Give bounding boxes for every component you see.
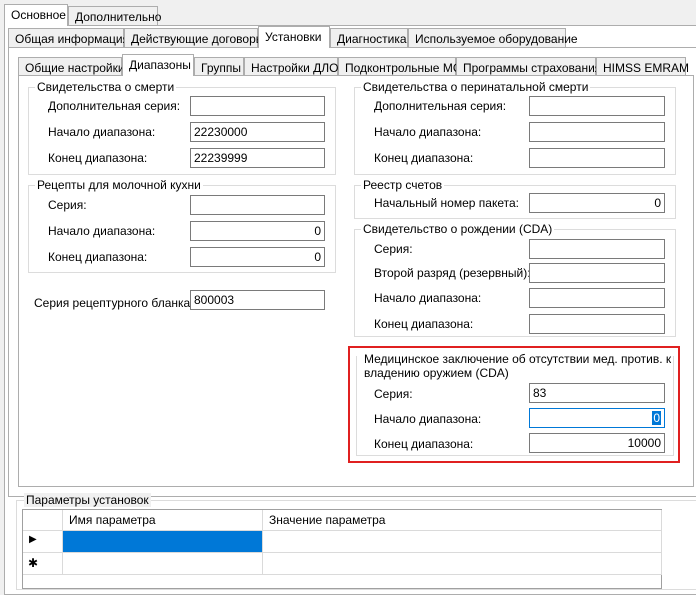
birth-range-start-label: Начало диапазона: <box>374 291 482 305</box>
death-range-end-label: Конец диапазона: <box>48 151 148 165</box>
invoice-start-number-label: Начальный номер пакета: <box>374 196 519 210</box>
tab-equipment[interactable]: Используемое оборудование <box>408 28 578 48</box>
weapon-range-start-input[interactable]: 0 <box>529 408 665 428</box>
tab-label: Группы <box>201 61 241 75</box>
row-header[interactable]: ✱ <box>23 553 63 575</box>
tab-groups[interactable]: Группы <box>194 57 244 77</box>
perinatal-range-end-label: Конец диапазона: <box>374 151 474 165</box>
weapon-title-line1: Медицинское заключение об отсутствии мед… <box>362 352 674 366</box>
tab-dopolnitelno[interactable]: Дополнительно <box>68 6 162 26</box>
tab-label: Действующие договоры <box>131 32 265 46</box>
grid-cell-name[interactable] <box>63 553 263 575</box>
tab-diagnostics[interactable]: Диагностика <box>330 28 408 48</box>
death-extra-series-label: Дополнительная серия: <box>48 99 181 113</box>
milk-range-end-label: Конец диапазона: <box>48 250 148 264</box>
perinatal-extra-series-input[interactable] <box>529 96 665 116</box>
tab-label: Подконтрольные МО <box>345 61 463 75</box>
birth-range-start-input[interactable] <box>529 288 665 308</box>
column-header-value[interactable]: Значение параметра <box>263 510 662 531</box>
tab-label: Настройки ДЛО <box>251 61 339 75</box>
milk-range-start-input[interactable]: 0 <box>190 221 325 241</box>
parameters-title: Параметры установок <box>24 493 151 507</box>
milk-series-label: Серия: <box>48 198 87 212</box>
grid-corner-header <box>23 510 63 531</box>
prescription-series-label: Серия рецептурного бланка: <box>34 296 194 310</box>
row-header[interactable]: ▶ <box>23 531 63 553</box>
tab-label: Диагностика <box>337 32 407 46</box>
weapon-series-label: Серия: <box>374 387 413 401</box>
new-row-indicator-icon: ✱ <box>28 556 39 570</box>
birth-range-end-input[interactable] <box>529 314 665 334</box>
tab-dlo-settings[interactable]: Настройки ДЛО <box>244 57 339 77</box>
birth-second-digit-input[interactable] <box>529 263 665 283</box>
tab-controlled-mo[interactable]: Подконтрольные МО <box>338 57 462 77</box>
birth-series-label: Серия: <box>374 242 413 256</box>
tab-label: Основное <box>11 8 66 22</box>
tab-label: Общие настройки <box>25 61 125 75</box>
tab-label: Установки <box>265 30 322 44</box>
death-range-end-input[interactable]: 22239999 <box>190 148 325 168</box>
grid-cell-name[interactable] <box>63 531 263 553</box>
weapon-range-start-label: Начало диапазона: <box>374 412 482 426</box>
invoice-start-number-input[interactable]: 0 <box>529 193 665 213</box>
prescription-series-input[interactable]: 800003 <box>190 290 325 310</box>
grid-cell-value[interactable] <box>263 531 662 553</box>
weapon-range-end-label: Конец диапазона: <box>374 437 474 451</box>
group-title: Реестр счетов <box>361 178 445 192</box>
column-header-name[interactable]: Имя параметра <box>63 510 263 531</box>
tab-ranges[interactable]: Диапазоны <box>122 54 194 76</box>
group-title: Свидетельства о смерти <box>35 80 177 94</box>
tab-label: Используемое оборудование <box>415 32 578 46</box>
tab-active-contracts[interactable]: Действующие договоры <box>124 28 264 48</box>
tab-osnovnoe[interactable]: Основное <box>4 4 68 26</box>
death-range-start-label: Начало диапазона: <box>48 125 156 139</box>
milk-series-input[interactable] <box>190 195 325 215</box>
weapon-series-input[interactable]: 83 <box>529 383 665 403</box>
death-range-start-input[interactable]: 22230000 <box>190 122 325 142</box>
tab-label: Программы страхования <box>463 61 602 75</box>
milk-range-start-label: Начало диапазона: <box>48 224 156 238</box>
death-extra-series-input[interactable] <box>190 96 325 116</box>
tab-himss-emram[interactable]: HIMSS EMRAM <box>596 57 690 77</box>
birth-range-end-label: Конец диапазона: <box>374 317 474 331</box>
parameters-grid[interactable]: Имя параметра Значение параметра ▶ ✱ <box>22 509 662 589</box>
weapon-title-line2: владению оружием (CDA) <box>362 366 511 380</box>
group-title: Свидетельство о рождении (CDA) <box>361 222 555 236</box>
milk-range-end-input[interactable]: 0 <box>190 247 325 267</box>
weapon-range-end-input[interactable]: 10000 <box>529 433 665 453</box>
tab-settings[interactable]: Установки <box>258 26 330 48</box>
perinatal-range-end-input[interactable] <box>529 148 665 168</box>
grid-cell-value[interactable] <box>263 553 662 575</box>
current-row-indicator-icon: ▶ <box>29 534 37 545</box>
tab-label: Общая информация <box>15 32 130 46</box>
group-title: Свидетельства о перинатальной смерти <box>361 80 591 94</box>
group-title: Рецепты для молочной кухни <box>35 178 203 192</box>
tab-insurance-programs[interactable]: Программы страхования <box>456 57 601 77</box>
selected-text: 0 <box>652 411 661 425</box>
tab-general-settings[interactable]: Общие настройки <box>18 57 125 77</box>
birth-second-digit-label: Второй разряд (резервный): <box>374 266 531 280</box>
tab-label: Диапазоны <box>129 58 191 72</box>
perinatal-range-start-input[interactable] <box>529 122 665 142</box>
tab-general-info[interactable]: Общая информация <box>8 28 129 48</box>
birth-series-input[interactable] <box>529 239 665 259</box>
tab-label: Дополнительно <box>75 10 162 24</box>
perinatal-range-start-label: Начало диапазона: <box>374 125 482 139</box>
tab-label: HIMSS EMRAM <box>603 61 690 75</box>
perinatal-extra-series-label: Дополнительная серия: <box>374 99 507 113</box>
